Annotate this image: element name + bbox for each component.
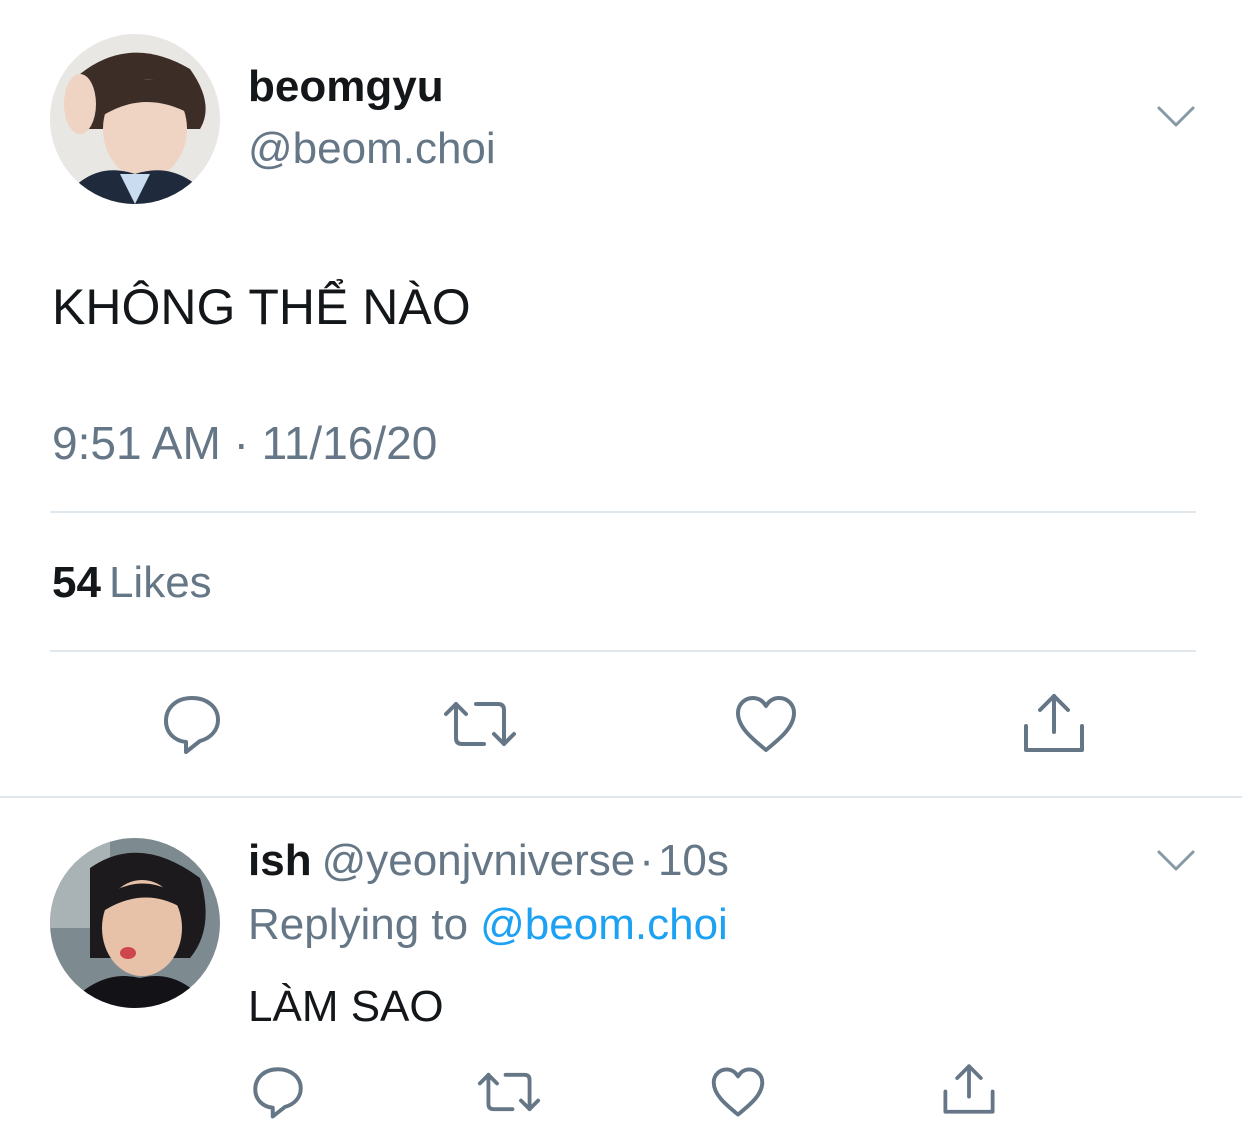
replying-to: Replying to @beom.choi — [248, 900, 728, 950]
likes-stat[interactable]: 54 Likes — [52, 558, 212, 608]
tweet-time: 9:51 AM — [52, 417, 221, 469]
chevron-down-icon[interactable] — [1156, 102, 1196, 132]
reply-time[interactable]: 10s — [658, 836, 729, 885]
reply-text: LÀM SAO — [248, 982, 444, 1031]
reply-icon[interactable] — [250, 1064, 306, 1120]
divider — [50, 511, 1196, 513]
timestamp-separator: · — [233, 417, 249, 469]
share-icon[interactable] — [942, 1062, 996, 1116]
replying-mention-link[interactable]: @beom.choi — [480, 900, 728, 949]
author-handle[interactable]: @beom.choi — [248, 124, 496, 174]
reply-icon[interactable] — [160, 692, 224, 756]
like-icon[interactable] — [710, 1066, 766, 1118]
divider — [50, 650, 1196, 652]
replying-label: Replying to — [248, 900, 469, 949]
likes-label: Likes — [108, 558, 212, 607]
tweet-timestamp[interactable]: 9:51 AM · 11/16/20 — [52, 416, 437, 470]
reply-header: ish @yeonjvniverse·10s — [248, 836, 729, 886]
retweet-icon[interactable] — [476, 1068, 542, 1116]
chevron-down-icon[interactable] — [1156, 846, 1196, 876]
tweet-text: KHÔNG THỂ NÀO — [52, 279, 471, 335]
share-icon[interactable] — [1022, 692, 1086, 754]
reply-separator: · — [639, 836, 654, 885]
like-icon[interactable] — [734, 694, 798, 754]
retweet-icon[interactable] — [442, 696, 518, 752]
divider — [0, 796, 1242, 798]
likes-count: 54 — [52, 558, 101, 607]
main-avatar[interactable] — [50, 34, 220, 204]
author-name[interactable]: beomgyu — [248, 62, 444, 112]
reply-author-handle[interactable]: @yeonjvniverse — [322, 836, 636, 885]
reply-avatar[interactable] — [50, 838, 220, 1008]
tweet-date: 11/16/20 — [261, 417, 438, 469]
reply-author-name[interactable]: ish — [248, 836, 312, 885]
